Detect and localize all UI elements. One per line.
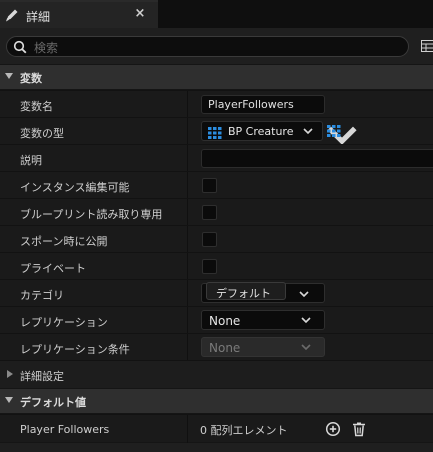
property-label: 変数名	[20, 100, 53, 113]
variable-name-input[interactable]: PlayerFollowers	[201, 95, 325, 114]
tab-title: 詳細	[26, 10, 51, 24]
chevron-down-icon	[301, 317, 311, 324]
expose-on-spawn-checkbox[interactable]	[202, 232, 217, 247]
property-label: スポーン時に公開	[20, 235, 108, 248]
collapsed-arrow-icon	[7, 370, 13, 378]
search-bar: 検索	[0, 28, 433, 64]
column-divider[interactable]	[187, 145, 188, 172]
section-title: 変数	[20, 72, 42, 85]
column-divider[interactable]	[187, 334, 188, 361]
property-label: レプリケーション条件	[20, 343, 130, 356]
tab-bar: 詳細 ×	[0, 0, 433, 28]
row-replication: レプリケーション None	[0, 306, 433, 334]
row-variable-type: 変数の型 BP Creature	[0, 117, 433, 145]
section-variables[interactable]: 変数	[0, 65, 433, 89]
bottom-area	[0, 443, 433, 452]
private-checkbox[interactable]	[202, 259, 217, 274]
expand-arrow-icon	[5, 397, 13, 403]
category-value: デフォルト	[216, 287, 271, 300]
blueprint-readonly-checkbox[interactable]	[202, 205, 217, 220]
grid-view-icon[interactable]	[421, 40, 433, 52]
replication-value: None	[209, 314, 241, 328]
row-category: カテゴリ デフォルト	[0, 279, 433, 307]
instance-editable-checkbox[interactable]	[202, 178, 217, 193]
column-divider[interactable]	[187, 172, 188, 199]
replication-condition-value: None	[209, 341, 241, 355]
array-element-count: 0 配列エレメント	[200, 424, 288, 437]
column-divider[interactable]	[187, 307, 188, 334]
search-placeholder: 検索	[34, 41, 59, 55]
column-divider[interactable]	[187, 253, 188, 280]
property-label: Player Followers	[20, 423, 110, 436]
expand-arrow-icon	[5, 73, 13, 79]
row-expose-on-spawn: スポーン時に公開	[0, 225, 433, 253]
chevron-down-icon	[303, 128, 313, 135]
property-label: ブループリント読み取り専用	[20, 208, 163, 221]
row-replication-condition: レプリケーション条件 None	[0, 333, 433, 361]
row-instance-editable: インスタンス編集可能	[0, 171, 433, 199]
description-input[interactable]	[201, 149, 433, 168]
property-label: レプリケーション	[20, 316, 108, 329]
column-divider[interactable]	[187, 91, 188, 118]
property-label: インスタンス編集可能	[20, 181, 130, 194]
replication-condition-dropdown: None	[201, 337, 325, 357]
section-title: 詳細設定	[20, 370, 64, 383]
row-player-followers: Player Followers 0 配列エレメント	[0, 414, 433, 443]
property-label: プライベート	[20, 262, 86, 275]
column-divider[interactable]	[187, 226, 188, 253]
row-private: プライベート	[0, 252, 433, 280]
variable-type-dropdown[interactable]: BP Creature	[201, 121, 323, 141]
grid-array-icon	[327, 125, 341, 137]
container-type-dropdown[interactable]	[326, 122, 358, 145]
column-divider[interactable]	[187, 118, 188, 145]
property-label: カテゴリ	[20, 289, 64, 302]
column-divider[interactable]	[187, 280, 188, 307]
search-icon	[13, 40, 27, 54]
property-label: 変数の型	[20, 127, 64, 140]
section-title: デフォルト値	[20, 396, 86, 409]
column-divider[interactable]	[187, 415, 188, 443]
chevron-down-icon	[301, 344, 311, 351]
row-variable-name: 変数名 PlayerFollowers	[0, 90, 433, 118]
trash-icon[interactable]	[351, 421, 367, 437]
grid-array-icon	[208, 127, 222, 139]
close-icon[interactable]: ×	[134, 7, 146, 21]
row-description: 説明	[0, 144, 433, 172]
details-tab[interactable]: 詳細 ×	[0, 0, 158, 28]
replication-dropdown[interactable]: None	[201, 310, 325, 330]
variable-type-text: BP Creature	[228, 125, 294, 138]
search-input[interactable]: 検索	[6, 36, 409, 57]
row-blueprint-readonly: ブループリント読み取り専用	[0, 198, 433, 226]
section-default-value[interactable]: デフォルト値	[0, 389, 433, 413]
property-label: 説明	[20, 154, 42, 167]
category-text-field[interactable]: デフォルト	[206, 282, 286, 300]
chevron-down-icon	[299, 291, 309, 298]
column-divider[interactable]	[187, 199, 188, 226]
add-circle-icon[interactable]	[325, 421, 341, 437]
pencil-icon	[6, 9, 18, 22]
section-advanced[interactable]: 詳細設定	[0, 360, 433, 388]
